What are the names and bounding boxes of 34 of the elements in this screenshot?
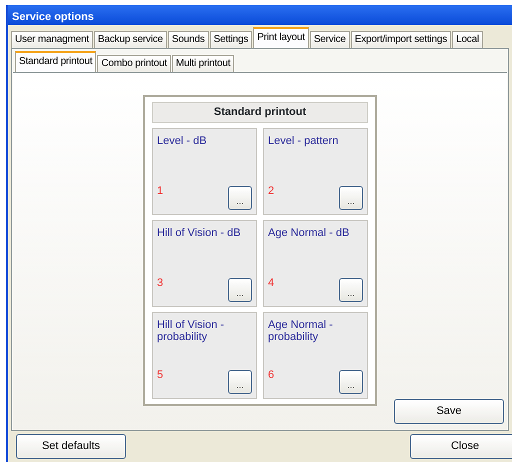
slot-title: Level - pattern: [268, 134, 340, 146]
slot-number: 4: [268, 276, 274, 290]
browse-button[interactable]: ...: [228, 370, 252, 394]
tab[interactable]: Service: [310, 31, 350, 48]
save-button[interactable]: Save: [394, 398, 504, 424]
tab[interactable]: Backup service: [94, 31, 167, 48]
browse-button[interactable]: ...: [339, 278, 363, 302]
tab[interactable]: Settings: [210, 31, 252, 48]
tab[interactable]: User managment: [11, 31, 93, 48]
browse-button[interactable]: ...: [228, 186, 252, 210]
slot-number: 3: [157, 276, 164, 290]
slot-number: 1: [157, 184, 164, 198]
tab[interactable]: Standard printout: [15, 51, 96, 72]
slot-number: 2: [268, 184, 274, 198]
slot-number: 6: [268, 368, 274, 382]
slot-title: Age Normal - dB: [268, 226, 350, 238]
browse-button[interactable]: ...: [339, 370, 363, 394]
tab[interactable]: Sounds: [168, 31, 209, 48]
window-title: Service options: [8, 5, 512, 25]
tab[interactable]: Combo printout: [97, 55, 171, 72]
tab[interactable]: Local: [452, 31, 483, 48]
tab[interactable]: Export/import settings: [350, 31, 452, 48]
browse-button[interactable]: ...: [339, 186, 363, 210]
slot-number: 5: [157, 368, 164, 382]
slot-title: Hill of Vision - dB: [157, 226, 242, 238]
set-defaults-button[interactable]: Set defaults: [16, 434, 126, 459]
slot-title: Age Normal - probability: [268, 318, 334, 342]
close-button[interactable]: Close: [410, 434, 512, 459]
browse-button[interactable]: ...: [228, 278, 252, 302]
panel-title: Standard printout: [152, 102, 368, 122]
slot-title: Level - dB: [157, 134, 208, 146]
tab[interactable]: Multi printout: [172, 55, 234, 72]
tab[interactable]: Print layout: [253, 27, 309, 48]
slot-title: Hill of Vision - probability: [157, 318, 226, 342]
